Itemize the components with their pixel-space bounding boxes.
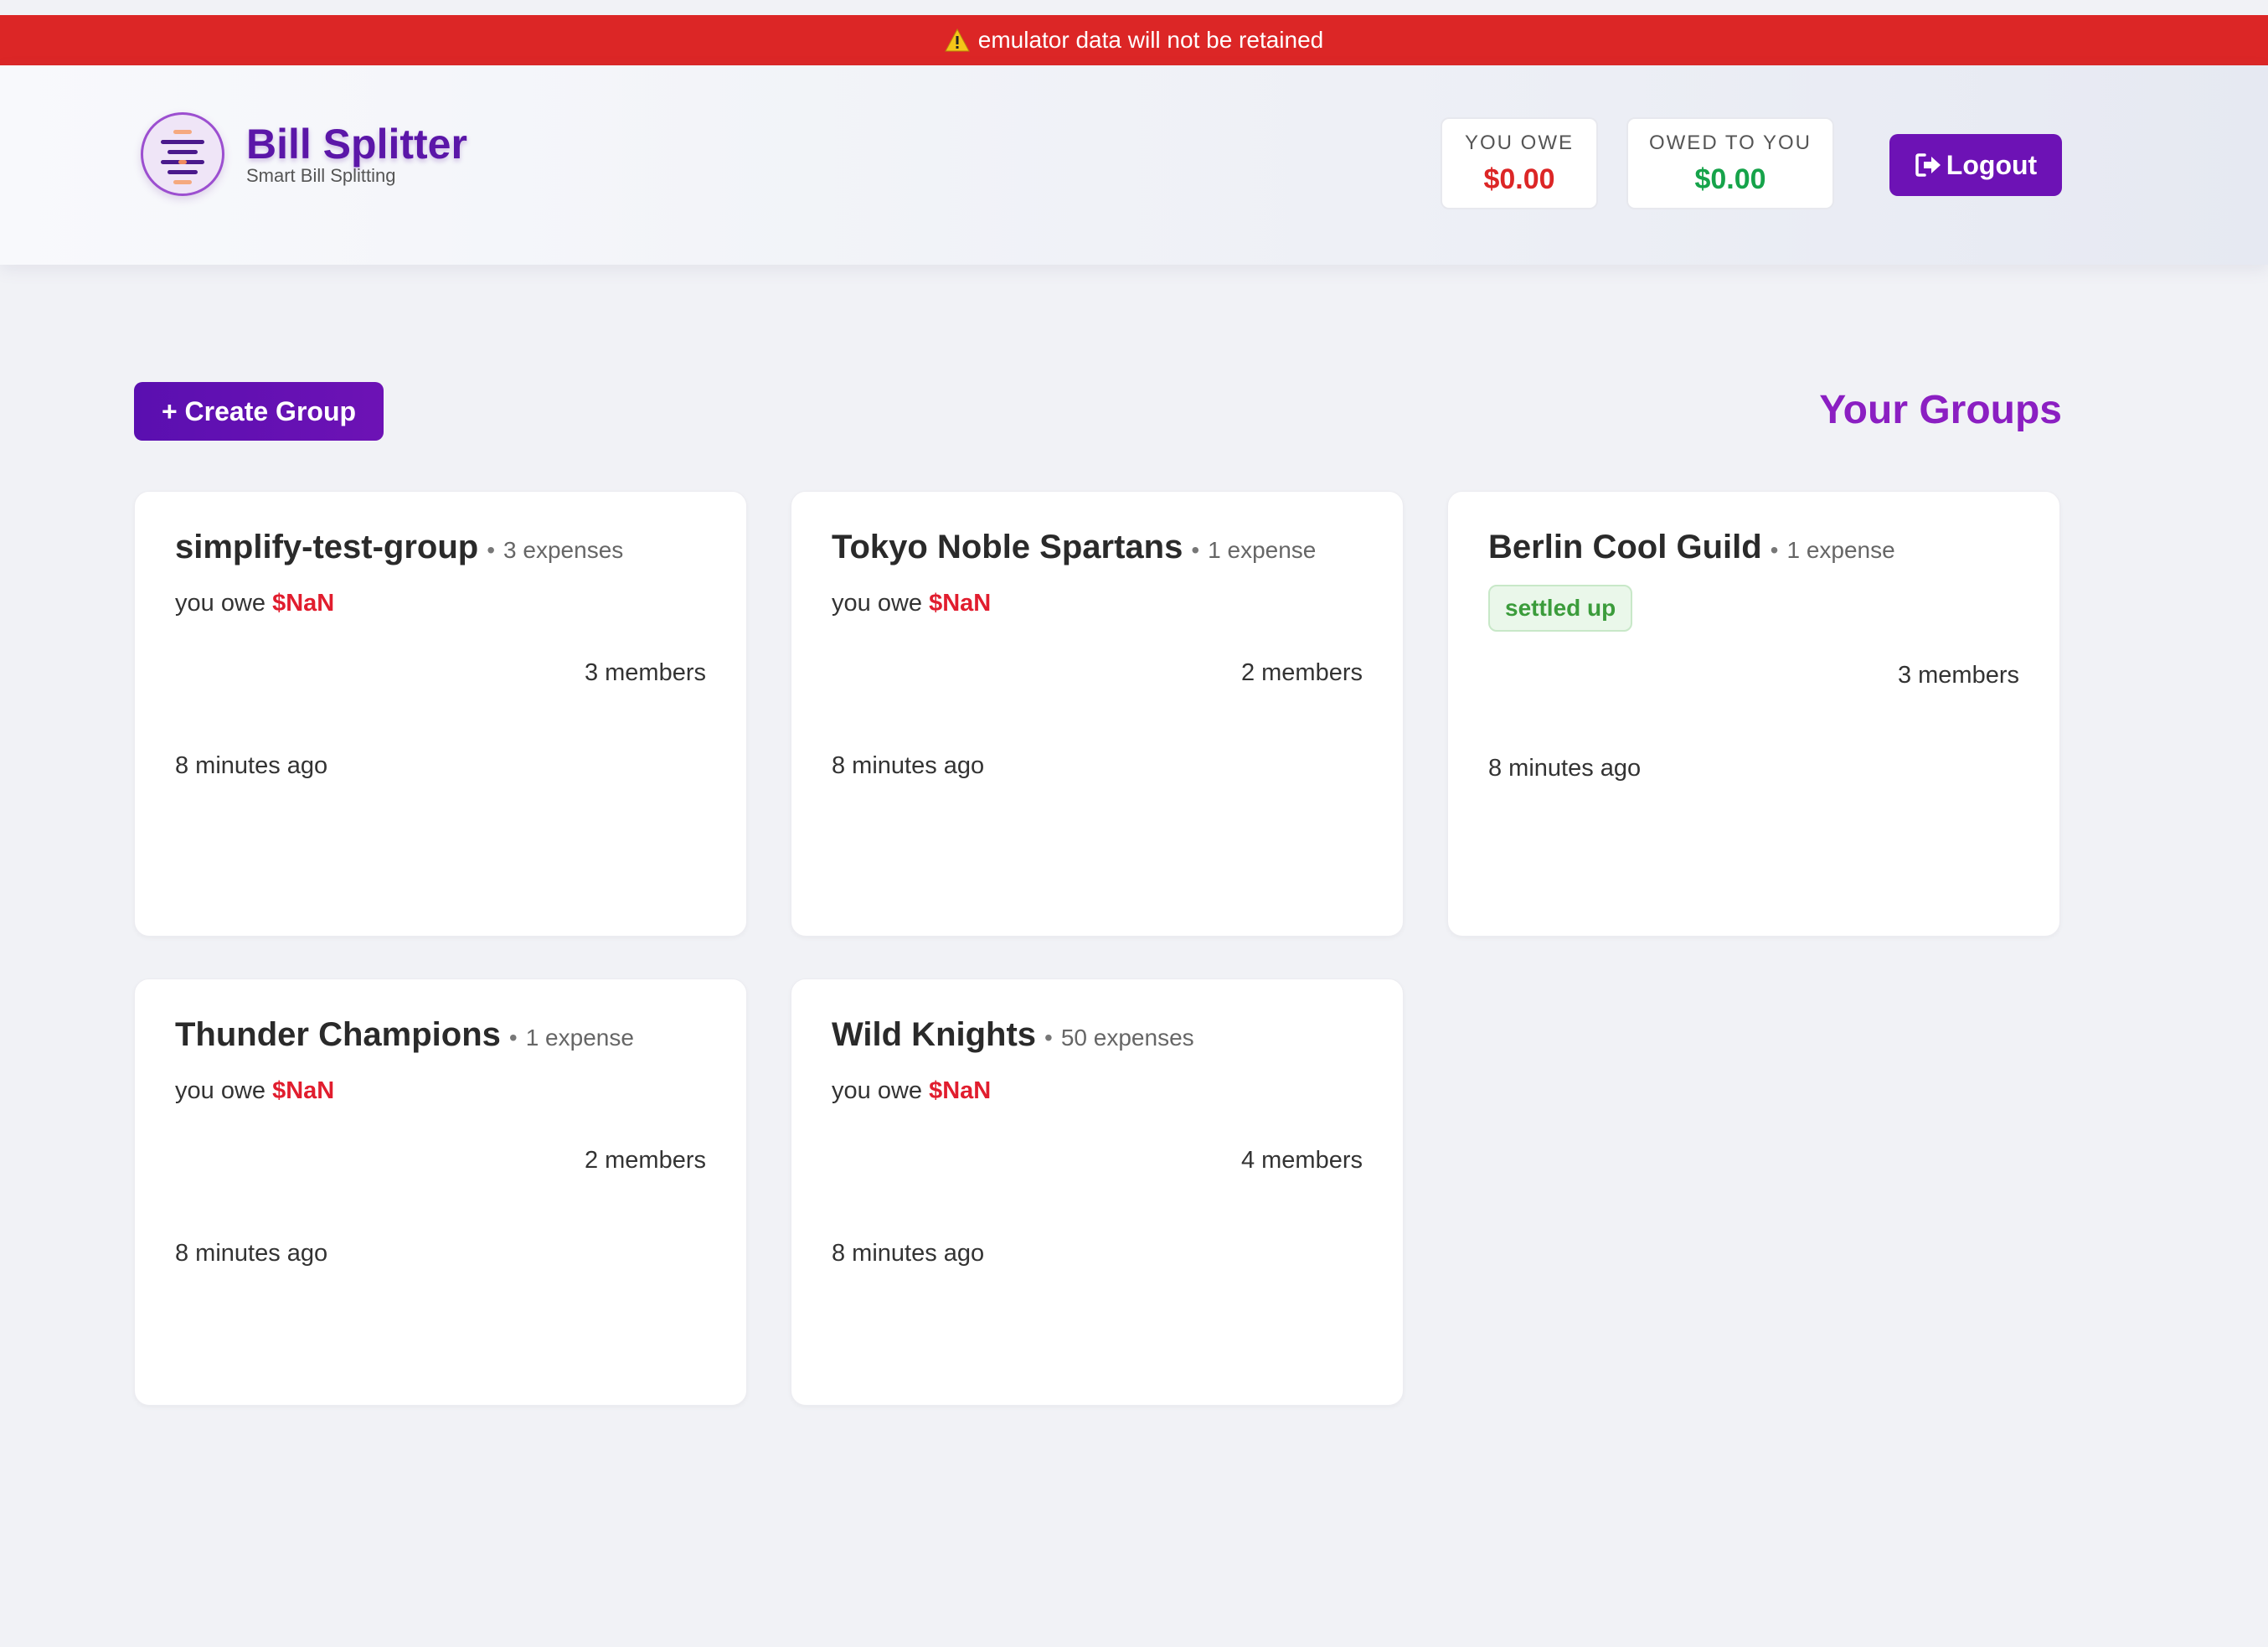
expense-count: 3 expenses xyxy=(503,537,624,563)
owe-amount: $NaN xyxy=(272,590,335,617)
app-tagline: Smart Bill Splitting xyxy=(246,165,396,186)
member-count: 2 members xyxy=(1240,659,1363,686)
owed-to-you-value: $0.00 xyxy=(1694,163,1766,195)
logout-label: Logout xyxy=(1946,149,2038,180)
balance-line: you owe $NaN xyxy=(832,1077,1363,1105)
you-owe-summary: YOU OWE $0.00 xyxy=(1441,117,1598,209)
brand[interactable]: Bill Splitter Smart Bill Splitting xyxy=(141,112,467,196)
group-card-berlin-cool-guild[interactable]: Berlin Cool Guild • 1 expense settled up… xyxy=(1447,491,2060,937)
banner-text: emulator data will not be retained xyxy=(977,27,1324,53)
group-card-thunder-champions[interactable]: Thunder Champions • 1 expense you owe $N… xyxy=(134,978,747,1406)
owe-amount: $NaN xyxy=(929,590,992,617)
last-updated: 8 minutes ago xyxy=(832,1240,985,1267)
separator-dot: • xyxy=(1770,537,1779,563)
expense-count: 50 expenses xyxy=(1060,1025,1194,1051)
you-owe-label: YOU OWE xyxy=(1464,131,1574,154)
group-name: Berlin Cool Guild xyxy=(1488,529,1762,565)
logout-icon xyxy=(1915,153,1941,177)
warning-icon xyxy=(944,28,970,52)
owe-prefix: you owe xyxy=(832,1077,923,1104)
owe-prefix: you owe xyxy=(832,590,923,617)
section-title: Your Groups xyxy=(1819,388,2062,432)
balance-line: you owe $NaN xyxy=(175,1077,706,1105)
expense-count: 1 expense xyxy=(1208,537,1317,563)
app-name: Bill Splitter xyxy=(246,121,467,168)
top-strip xyxy=(0,0,2268,15)
separator-dot: • xyxy=(487,537,496,563)
expense-count: 1 expense xyxy=(1786,537,1895,563)
settled-up-badge: settled up xyxy=(1488,585,1633,632)
app-header: Bill Splitter Smart Bill Splitting YOU O… xyxy=(0,65,2268,265)
member-count: 3 members xyxy=(584,659,706,686)
last-updated: 8 minutes ago xyxy=(832,752,985,779)
separator-dot: • xyxy=(1044,1025,1053,1051)
you-owe-value: $0.00 xyxy=(1483,163,1555,195)
owed-to-you-summary: OWED TO YOU $0.00 xyxy=(1626,117,1834,209)
member-count: 3 members xyxy=(1897,662,2019,689)
owed-to-you-label: OWED TO YOU xyxy=(1648,131,1812,154)
emulator-warning-banner: emulator data will not be retained xyxy=(0,15,2268,65)
separator-dot: • xyxy=(508,1025,518,1051)
group-name: Wild Knights xyxy=(832,1016,1037,1053)
separator-dot: • xyxy=(1191,537,1200,563)
main-content: + Create Group Your Groups simplify-test… xyxy=(0,265,2268,1645)
last-updated: 8 minutes ago xyxy=(1488,755,1642,782)
member-count: 4 members xyxy=(1240,1147,1363,1174)
last-updated: 8 minutes ago xyxy=(175,752,328,779)
last-updated: 8 minutes ago xyxy=(175,1240,328,1267)
owe-prefix: you owe xyxy=(175,590,266,617)
group-card-simplify-test-group[interactable]: simplify-test-group • 3 expenses you owe… xyxy=(134,491,747,937)
expense-count: 1 expense xyxy=(525,1025,634,1051)
group-card-tokyo-noble-spartans[interactable]: Tokyo Noble Spartans • 1 expense you owe… xyxy=(791,491,1404,937)
group-card-wild-knights[interactable]: Wild Knights • 50 expenses you owe $NaN … xyxy=(791,978,1404,1406)
group-name: Thunder Champions xyxy=(175,1016,501,1053)
balance-line: you owe $NaN xyxy=(175,590,706,617)
balance-line: you owe $NaN xyxy=(832,590,1363,617)
bill-splitter-logo-icon xyxy=(141,112,224,196)
logout-button[interactable]: Logout xyxy=(1889,134,2062,196)
member-count: 2 members xyxy=(584,1147,706,1174)
group-name: Tokyo Noble Spartans xyxy=(832,529,1183,565)
group-name: simplify-test-group xyxy=(175,529,479,565)
owe-amount: $NaN xyxy=(929,1077,992,1104)
owe-prefix: you owe xyxy=(175,1077,266,1104)
create-group-button[interactable]: + Create Group xyxy=(134,382,384,441)
owe-amount: $NaN xyxy=(272,1077,335,1104)
